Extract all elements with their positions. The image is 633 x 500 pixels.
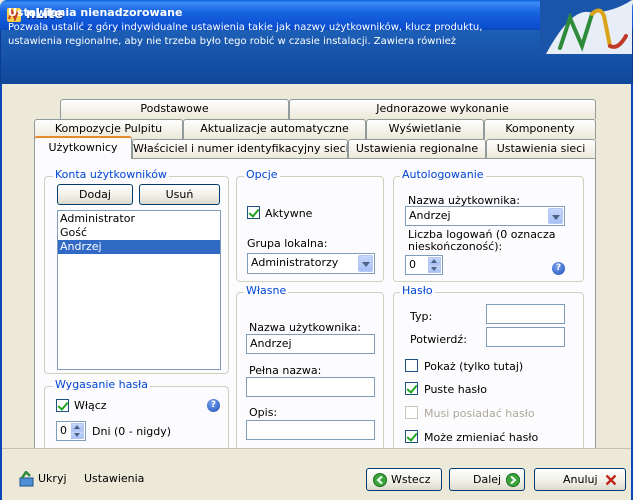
autologon-group-title: Autologowanie: [400, 168, 486, 181]
show-password-checkbox[interactable]: [405, 359, 418, 372]
password-input[interactable]: [486, 304, 565, 324]
description-label: Opis:: [249, 406, 278, 419]
window-frame-left: [0, 84, 2, 500]
tab-ustawienia-sieci[interactable]: Ustawienia sieci: [486, 139, 596, 159]
next-label: Dalej: [473, 473, 502, 486]
show-password-label: Pokaż (tylko tutaj): [424, 360, 524, 373]
can-change-password-checkbox[interactable]: [405, 430, 418, 443]
empty-password-label: Puste hasło: [424, 383, 488, 396]
logon-count-stepper[interactable]: 0: [405, 255, 443, 275]
logon-count-label: Liczba logowań (0 oznacza nieskończoność…: [408, 228, 556, 253]
password-confirm-input[interactable]: [486, 327, 565, 347]
must-have-password-checkbox[interactable]: [405, 406, 418, 419]
current-section-label: Ustawienia: [84, 472, 145, 485]
tab-uzytkownicy[interactable]: Użytkownicy: [34, 136, 132, 159]
own-username-label: Nazwa użytkownika:: [249, 321, 361, 334]
empty-password-checkbox[interactable]: [405, 382, 418, 395]
expiry-days-stepper[interactable]: 0: [56, 421, 86, 441]
options-group-title: Opcje: [244, 168, 280, 181]
arrow-left-icon: [373, 473, 387, 487]
cancel-label: Anuluj: [563, 473, 598, 486]
local-group-value: Administratorzy: [251, 256, 339, 269]
tab-jednorazowe-wykonanie[interactable]: Jednorazowe wykonanie: [289, 99, 596, 119]
accounts-group-title: Konta użytkowników: [53, 168, 169, 181]
tab-wyswietlanie[interactable]: Wyświetlanie: [366, 119, 484, 139]
fullname-label: Pełna nazwa:: [249, 364, 322, 377]
expiry-days-value: 0: [60, 424, 67, 437]
can-change-password-label: Może zmieniać hasło: [424, 431, 539, 444]
tab-aktualizacje-automatyczne[interactable]: Aktualizacje automatyczne: [183, 119, 366, 139]
list-item-selected[interactable]: Andrzej: [58, 240, 220, 254]
own-username-input[interactable]: Andrzej: [246, 334, 375, 354]
remove-user-button[interactable]: Usuń: [139, 184, 220, 205]
back-label: Wstecz: [391, 473, 431, 486]
expiry-days-label: Dni (0 - nigdy): [92, 425, 172, 438]
nlite-logo-icon: [540, 0, 632, 54]
enable-expiry-checkbox[interactable]: [56, 399, 69, 412]
add-user-button[interactable]: Dodaj: [57, 184, 133, 205]
autologon-username-select[interactable]: Andrzej: [405, 206, 565, 226]
hide-icon: [19, 471, 34, 487]
tab-wlasciciel[interactable]: Właściciel i numer identyfikacyjny sieci: [132, 139, 348, 159]
password-expiry-title: Wygasanie hasła: [53, 378, 150, 391]
list-item[interactable]: Gość: [58, 226, 220, 240]
must-have-password-label: Musi posiadać hasło: [424, 407, 535, 420]
close-icon: [605, 474, 617, 486]
tab-komponenty[interactable]: Komponenty: [484, 119, 596, 139]
active-label: Aktywne: [265, 207, 313, 220]
active-checkbox[interactable]: [247, 206, 260, 219]
spin-down-icon[interactable]: [71, 431, 84, 439]
description-input[interactable]: [246, 420, 375, 440]
help-icon[interactable]: ?: [207, 399, 220, 412]
password-group-title: Hasło: [400, 284, 435, 297]
local-group-label: Grupa lokalna:: [247, 237, 328, 250]
hide-button[interactable]: Ukryj: [18, 470, 78, 488]
chevron-down-icon[interactable]: [358, 255, 373, 272]
cancel-button[interactable]: Anuluj: [534, 468, 626, 491]
enable-expiry-label: Włącz: [74, 399, 107, 412]
local-group-select[interactable]: Administratorzy: [247, 253, 375, 274]
arrow-right-icon: [506, 473, 520, 487]
next-button[interactable]: Dalej: [449, 468, 525, 491]
tab-podstawowe[interactable]: Podstawowe: [60, 99, 289, 119]
spin-down-icon[interactable]: [428, 265, 441, 273]
back-button[interactable]: Wstecz: [366, 468, 442, 491]
own-group-title: Własne: [244, 284, 289, 297]
password-type-label: Typ:: [410, 310, 433, 323]
user-listbox[interactable]: Administrator Gość Andrzej: [57, 210, 221, 370]
page-title: Ustawienia nienadzorowane: [8, 6, 183, 19]
logon-count-value: 0: [409, 258, 416, 271]
password-confirm-label: Potwierdź:: [410, 333, 467, 346]
chevron-down-icon[interactable]: [548, 208, 563, 224]
autologon-username-value: Andrzej: [409, 209, 451, 222]
list-item[interactable]: Administrator: [58, 212, 220, 226]
spin-up-icon[interactable]: [428, 257, 441, 265]
page-description: Pozwala ustalić z góry indywidualne usta…: [8, 22, 483, 47]
hide-label: Ukryj: [38, 472, 67, 485]
fullname-input[interactable]: [246, 377, 375, 397]
tab-ustawienia-regionalne[interactable]: Ustawienia regionalne: [348, 139, 486, 159]
spin-up-icon[interactable]: [71, 423, 84, 431]
help-icon[interactable]: ?: [552, 262, 565, 275]
